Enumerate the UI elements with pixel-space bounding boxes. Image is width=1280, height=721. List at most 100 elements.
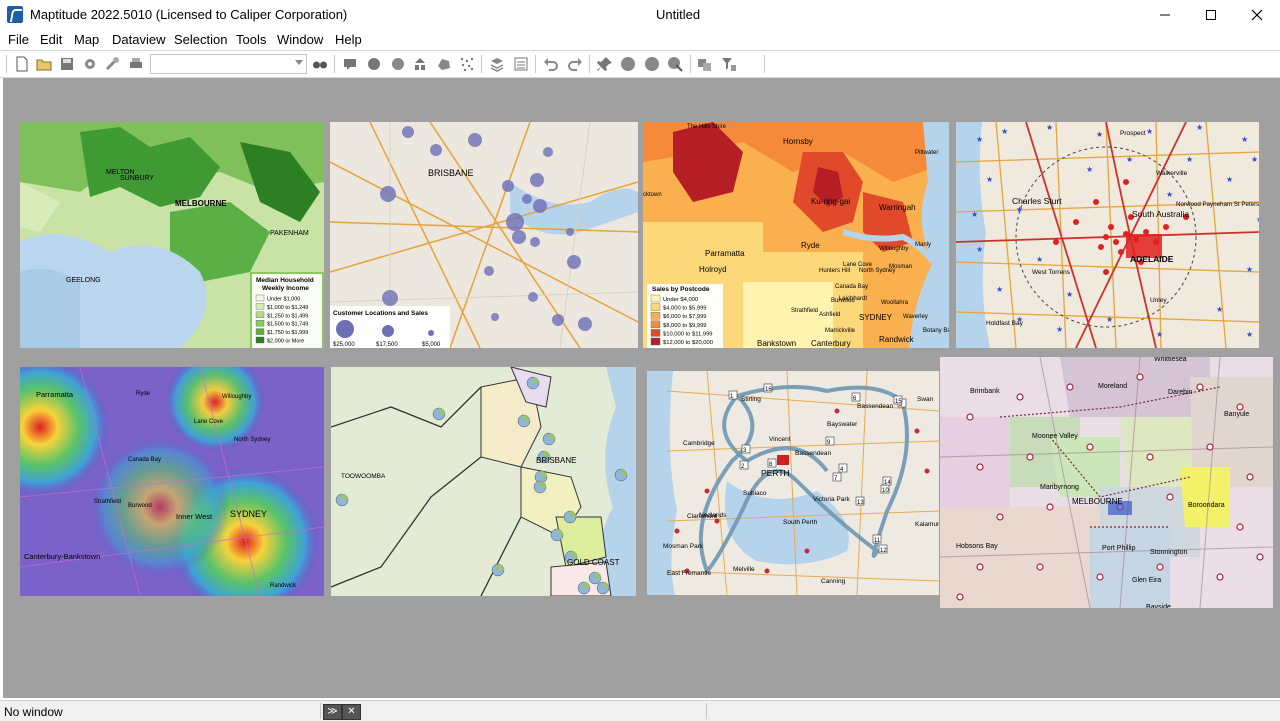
route-stop-label: 10 — [882, 488, 889, 494]
blue-star-marker: ★ — [971, 210, 978, 219]
map5-label: Burwood — [128, 503, 152, 509]
point-icon[interactable] — [620, 56, 636, 72]
menu-edit[interactable]: Edit — [39, 32, 63, 47]
layer-combo[interactable] — [150, 54, 307, 74]
map6-label: TOOWOOMBA — [341, 473, 386, 480]
map8-label: Port Phillip — [1102, 545, 1136, 552]
map8-label: Boroondara — [1188, 502, 1225, 509]
status-text: No window — [4, 705, 63, 719]
map7-label: Bassendean — [857, 403, 894, 410]
map2-legend-symbol-small — [428, 330, 434, 336]
location-marker — [1036, 563, 1044, 571]
maximize-button[interactable] — [1188, 0, 1234, 30]
map3-legend-title: Sales by Postcode — [652, 286, 710, 293]
location-marker — [1066, 383, 1074, 391]
map2-legend-value-2: $17,500 — [376, 342, 398, 348]
select-icon[interactable] — [667, 56, 683, 72]
map4-label: South Australia — [1132, 209, 1189, 219]
tools-icon[interactable] — [104, 56, 120, 72]
map8-label: MELBOURNE — [1072, 497, 1123, 506]
map2-legend-symbol-large — [336, 320, 354, 338]
map8-label: Hobsons Bay — [956, 543, 998, 550]
app-title: Maptitude 2022.5010 (Licensed to Caliper… — [30, 7, 348, 22]
layer-stack-icon[interactable] — [489, 56, 505, 72]
settings-icon[interactable] — [82, 56, 98, 72]
red-point-marker — [1113, 239, 1119, 245]
map-perth-routes[interactable]: 1 2 3 4 5 6 7 8 9 10 11 12 13 14 15 16 Stirling Bayswate… — [647, 371, 939, 595]
dots-icon[interactable] — [459, 56, 475, 72]
layers-icon[interactable] — [412, 56, 428, 72]
map1-label-sunbury: SUNBURY — [120, 175, 154, 182]
blue-star-marker: ★ — [1246, 265, 1253, 274]
map-brisbane-pies[interactable]: TOOWOOMBA BRISBANE GOLD COAST — [331, 367, 636, 596]
map8-label: Darebin — [1168, 389, 1193, 396]
map-sydney-heatmap[interactable]: Parramatta Ryde Willoughby Lane Cove North S… — [20, 367, 324, 596]
adelaide-points-map-canvas: ★★★★★★★★★★★★★★★★★★★★★★★★★★★★ ProspectWal… — [956, 122, 1259, 348]
map5-label: Willoughby — [222, 394, 251, 400]
close-button[interactable] — [1234, 0, 1280, 30]
menu-map[interactable]: Map — [73, 32, 100, 47]
map7-label: PERTH — [761, 468, 790, 478]
map3-label: Canterbury — [811, 339, 851, 348]
map-brisbane-customers[interactable]: BRISBANE Customer Locations and Sales $2… — [330, 122, 638, 348]
circle-icon[interactable] — [390, 56, 406, 72]
map-melbourne-income[interactable]: SUNBURY MELTON MELBOURNE PAKENHAM GEELON… — [20, 122, 324, 348]
map8-label: Maribyrnong — [1040, 484, 1079, 491]
map1-legend-label: Under $1,000 — [267, 297, 300, 303]
select-circle-icon[interactable] — [644, 56, 660, 72]
save-icon[interactable] — [59, 56, 75, 72]
map-sydney-sales[interactable]: The Hills Shire Hornsby Pittwater Ku-ring-g… — [643, 122, 949, 348]
globe-icon[interactable] — [366, 56, 382, 72]
map-icon[interactable] — [342, 56, 358, 72]
customer-marker — [914, 428, 920, 434]
blue-star-marker: ★ — [1216, 305, 1223, 314]
undo-icon[interactable] — [543, 56, 559, 72]
location-marker — [1086, 443, 1094, 451]
menu-window[interactable]: Window — [276, 32, 324, 47]
map3-legend-label: $12,000 to $20,000 — [663, 340, 713, 346]
map3-label: Burwood — [831, 298, 855, 304]
new-icon[interactable] — [14, 56, 30, 72]
location-marker — [1216, 573, 1224, 581]
map1-label-melton: MELTON — [106, 169, 135, 176]
map1-legend-title-2: Weekly Income — [262, 285, 309, 292]
map1-legend-swatch — [255, 311, 265, 319]
menu-dataview[interactable]: Dataview — [111, 32, 166, 47]
redo-icon[interactable] — [567, 56, 583, 72]
map8-label: Moonee Valley — [1032, 433, 1078, 440]
menu-selection[interactable]: Selection — [173, 32, 228, 47]
map3-label: Warringah — [879, 203, 916, 212]
menu-help[interactable]: Help — [334, 32, 363, 47]
map8-label: Brimbank — [970, 388, 1000, 395]
location-marker — [1246, 473, 1254, 481]
table-icon[interactable] — [513, 56, 529, 72]
customer-marker — [924, 468, 930, 474]
red-point-marker — [1103, 234, 1109, 240]
selection-tools-icon[interactable] — [697, 56, 713, 72]
map-melbourne-regions[interactable]: Whittlesea Brimbank Moreland Darebin Banyule… — [940, 357, 1273, 608]
map3-label: SYDNEY — [859, 313, 893, 322]
open-icon[interactable] — [36, 56, 52, 72]
status-close-icon[interactable]: ✕ — [342, 704, 361, 720]
menu-tools[interactable]: Tools — [235, 32, 267, 47]
map5-label: Ryde — [136, 391, 151, 397]
map7-label: Melville — [733, 566, 755, 573]
filter-icon[interactable] — [721, 56, 737, 72]
map2-legend-value-3: $5,000 — [422, 342, 441, 348]
map1-legend-label: $2,000 or More — [267, 339, 304, 345]
map4-label: Charles Sturt — [1012, 196, 1062, 206]
red-point-marker — [1118, 249, 1124, 255]
map-adelaide-points[interactable]: ★★★★★★★★★★★★★★★★★★★★★★★★★★★★ ProspectWal… — [956, 122, 1259, 348]
region-icon[interactable] — [436, 56, 452, 72]
map7-label: Vincent — [769, 436, 791, 443]
menu-file[interactable]: File — [7, 32, 30, 47]
blue-star-marker: ★ — [1036, 255, 1043, 264]
map3-label: Hunters Hill — [819, 268, 850, 274]
red-point-marker — [1098, 244, 1104, 250]
minimize-button[interactable] — [1142, 0, 1188, 30]
pin-icon[interactable] — [597, 56, 613, 72]
binoculars-icon[interactable] — [312, 56, 328, 72]
map7-label: Nedlands — [699, 512, 727, 519]
double-arrow-icon[interactable]: ≫ — [323, 704, 342, 720]
print-icon[interactable] — [128, 56, 144, 72]
